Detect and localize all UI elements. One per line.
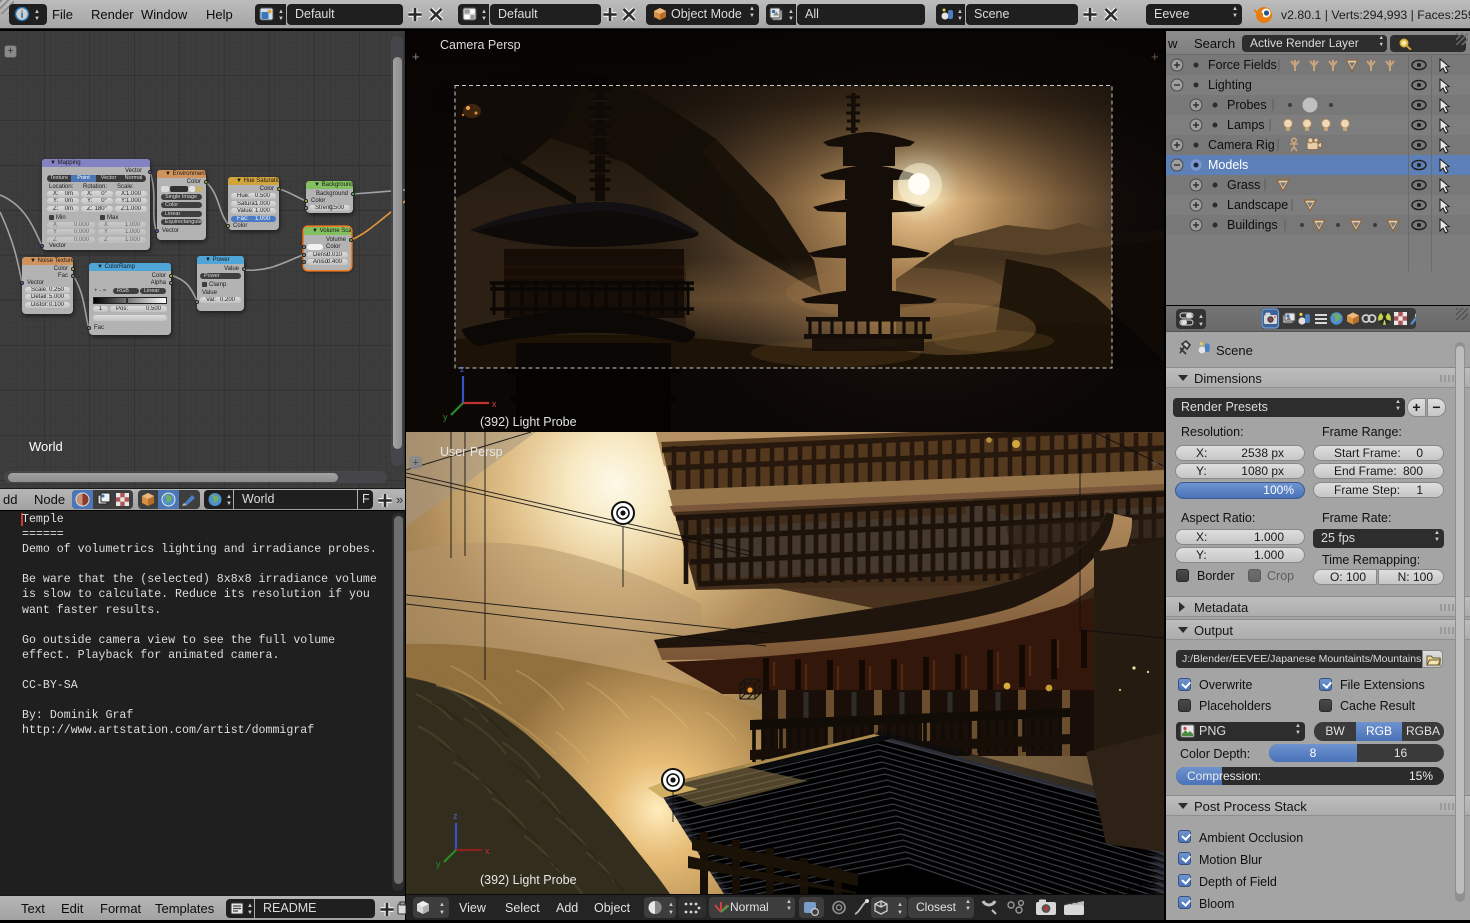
svg-text:▲: ▲ [439, 902, 445, 908]
svg-text:▼: ▼ [247, 910, 252, 916]
svg-text:Landscape: Landscape [1227, 198, 1288, 212]
svg-text:▲: ▲ [278, 9, 283, 15]
svg-text:▼: ▼ [668, 910, 674, 916]
svg-text:+: + [1151, 49, 1159, 64]
svg-text:Buildings: Buildings [1227, 218, 1278, 232]
svg-text:▼: ▼ [439, 910, 445, 916]
svg-text:y: y [436, 859, 441, 869]
svg-text:▼: ▼ [897, 910, 903, 916]
svg-text:▼: ▼ [1198, 322, 1204, 327]
svg-text:i: i [21, 10, 24, 21]
svg-text:▲: ▲ [668, 902, 674, 908]
svg-text:+: + [1151, 455, 1159, 470]
svg-text:+: + [412, 49, 420, 64]
svg-text:(392) Light Probe: (392) Light Probe [480, 415, 577, 429]
svg-text:z: z [453, 811, 458, 821]
svg-text:Force Fields: Force Fields [1208, 58, 1277, 72]
svg-text:▼: ▼ [957, 16, 962, 22]
svg-text:Probes: Probes [1227, 98, 1267, 112]
svg-text:x: x [485, 846, 490, 856]
svg-text:z: z [460, 364, 465, 374]
svg-text:▲: ▲ [481, 9, 486, 15]
svg-text:▲: ▲ [897, 902, 903, 908]
svg-text:▲: ▲ [34, 9, 40, 15]
svg-text:Camera Persp: Camera Persp [440, 38, 521, 52]
svg-text:▼: ▼ [481, 16, 486, 22]
svg-text:▼: ▼ [34, 16, 40, 22]
svg-text:(392) Light Probe: (392) Light Probe [480, 873, 577, 887]
svg-text:x: x [492, 399, 497, 409]
svg-text:▼: ▼ [788, 16, 794, 22]
svg-text:▼: ▼ [278, 16, 283, 22]
svg-text:▲: ▲ [788, 9, 794, 15]
svg-text:▲: ▲ [957, 9, 962, 15]
svg-text:Models: Models [1208, 158, 1248, 172]
svg-text:Lighting: Lighting [1208, 78, 1252, 92]
svg-text:Camera Rig: Camera Rig [1208, 138, 1275, 152]
svg-text:+: + [413, 457, 419, 469]
svg-text:▼: ▼ [226, 501, 231, 507]
svg-text:Lamps: Lamps [1227, 118, 1265, 132]
svg-text:y: y [443, 412, 448, 422]
svg-text:Grass: Grass [1227, 178, 1260, 192]
svg-text:User Persp: User Persp [440, 445, 503, 459]
svg-text:▲: ▲ [226, 494, 231, 500]
svg-text:▲: ▲ [247, 903, 252, 909]
svg-text:▲: ▲ [1198, 314, 1204, 320]
